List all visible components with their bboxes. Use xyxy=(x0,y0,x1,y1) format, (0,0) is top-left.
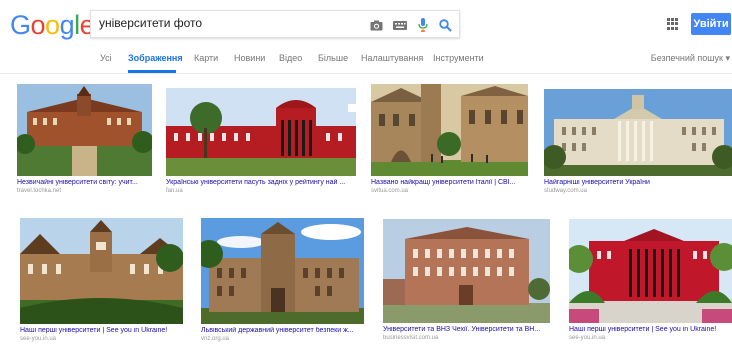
tab-video[interactable]: Відео xyxy=(279,53,302,63)
image-result[interactable]: Наші перші університети | See you in Ukr… xyxy=(20,218,183,342)
result-domain: svitua.com.ua xyxy=(371,188,409,194)
tab-news[interactable]: Новини xyxy=(234,53,265,63)
logo-letter: g xyxy=(59,10,75,40)
logo-letter: o xyxy=(30,10,46,40)
tab-more[interactable]: Більше xyxy=(318,53,348,63)
image-result[interactable]: Найгарніші університети України studway.… xyxy=(544,89,732,194)
keyboard-icon[interactable] xyxy=(392,17,408,33)
image-result[interactable]: Університети та ВНЗ Чехії. Університети … xyxy=(383,219,550,341)
image-result[interactable]: Незвичайні університети світу: учит... t… xyxy=(17,84,152,194)
microphone-icon[interactable] xyxy=(415,17,431,33)
result-thumbnail[interactable] xyxy=(383,219,550,323)
result-title[interactable]: Незвичайні університети світу: учит... xyxy=(17,179,152,186)
result-thumbnail[interactable] xyxy=(569,219,732,323)
camera-icon[interactable] xyxy=(368,17,384,33)
result-thumbnail[interactable] xyxy=(17,84,152,176)
result-domain: see-you.in.ua xyxy=(20,336,57,342)
tab-all[interactable]: Усі xyxy=(100,53,112,63)
tab-maps[interactable]: Карти xyxy=(194,53,218,63)
safe-search-dropdown[interactable]: Безпечний пошук ▾ xyxy=(651,53,730,64)
image-result[interactable]: Названо найкращі університети Італії | С… xyxy=(371,84,528,194)
apps-grid-icon[interactable] xyxy=(667,18,679,30)
image-result[interactable]: Наші перші університети | See you in Ukr… xyxy=(569,219,732,341)
result-domain: travel.tochka.net xyxy=(17,188,62,194)
result-title[interactable]: Наші перші університети | See you in Ukr… xyxy=(20,327,183,334)
result-title[interactable]: Названо найкращі університети Італії | С… xyxy=(371,179,528,186)
header-divider xyxy=(0,73,732,74)
result-domain: businessvisit.com.ua xyxy=(383,335,439,341)
tab-settings[interactable]: Налаштування xyxy=(361,53,423,63)
result-thumbnail[interactable] xyxy=(201,218,364,324)
result-title[interactable]: Наші перші університети | See you in Ukr… xyxy=(569,326,732,333)
image-result[interactable]: Українські університети пасуть задніх у … xyxy=(166,88,356,194)
result-domain: studway.com.ua xyxy=(544,188,587,194)
logo-letter: G xyxy=(10,10,31,40)
result-domain: see-you.in.ua xyxy=(569,335,606,341)
result-title[interactable]: Університети та ВНЗ Чехії. Університети … xyxy=(383,326,550,333)
result-thumbnail[interactable] xyxy=(544,89,732,176)
result-domain: vnz.org.ua xyxy=(201,336,230,342)
result-thumbnail[interactable] xyxy=(20,218,183,324)
tab-images[interactable]: Зображення xyxy=(128,53,183,63)
logo-letter: o xyxy=(45,10,60,40)
result-thumbnail[interactable] xyxy=(166,88,356,176)
signin-button[interactable]: Увійти xyxy=(691,13,731,35)
search-tabs: Усі Зображення Карти Новини Відео Більше… xyxy=(0,45,732,73)
result-domain: fan.ua xyxy=(166,188,183,194)
result-thumbnail[interactable] xyxy=(371,84,528,176)
google-logo[interactable]: Google xyxy=(10,10,95,41)
image-result[interactable]: Львівський державний університет безпеки… xyxy=(201,218,364,342)
result-title[interactable]: Найгарніші університети України xyxy=(544,179,732,186)
tab-tools[interactable]: Інструменти xyxy=(433,53,484,63)
search-icon[interactable] xyxy=(437,17,453,33)
result-title[interactable]: Львівський державний університет безпеки… xyxy=(201,327,364,334)
result-title[interactable]: Українські університети пасуть задніх у … xyxy=(166,179,356,186)
search-input[interactable] xyxy=(99,16,349,30)
search-box[interactable] xyxy=(90,10,460,38)
